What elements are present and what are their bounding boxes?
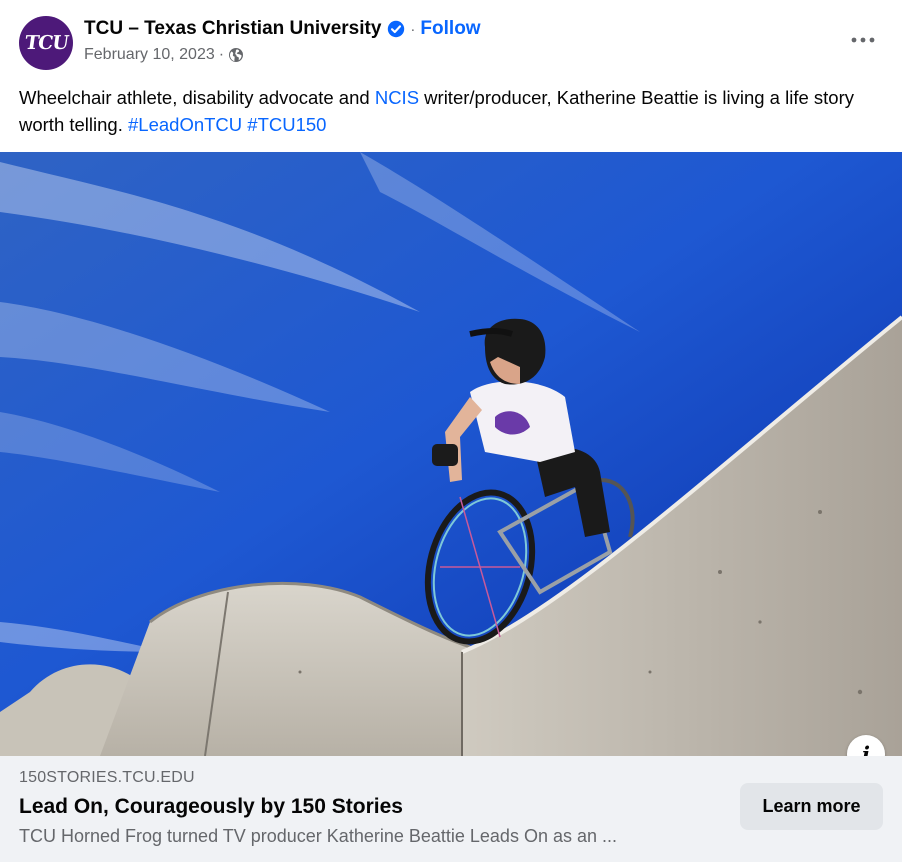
post-date[interactable]: February 10, 2023 [84,46,215,64]
ncis-mention-link[interactable]: NCIS [375,87,419,108]
follow-button[interactable]: Follow [420,18,480,40]
photo-illustration [0,152,902,756]
hashtag-leadontcu[interactable]: #LeadOnTCU [128,114,242,135]
link-description: TCU Horned Frog turned TV producer Kathe… [19,826,617,846]
post-header: TCU TCU – Texas Christian University · F… [0,0,902,80]
post-meta: February 10, 2023 · [84,46,244,64]
page-name-row: TCU – Texas Christian University · Follo… [84,17,481,41]
page-avatar[interactable]: TCU [19,16,73,70]
page-name[interactable]: TCU – Texas Christian University [84,18,381,40]
post-caption: Wheelchair athlete, disability advocate … [19,84,879,138]
link-domain: 150STORIES.TCU.EDU [19,769,195,786]
separator-dot: · [410,20,416,38]
globe-icon [228,47,244,63]
hashtag-tcu150[interactable]: #TCU150 [247,114,326,135]
facebook-post: TCU TCU – Texas Christian University · F… [0,0,902,862]
link-preview-card[interactable]: 150STORIES.TCU.EDU Lead On, Courageously… [0,756,902,862]
post-photo[interactable]: i [0,152,902,756]
verified-badge-icon [387,20,405,38]
learn-more-button[interactable]: Learn more [740,783,883,830]
link-title[interactable]: Lead On, Courageously by 150 Stories [19,795,403,819]
meta-separator: · [218,46,225,63]
more-options-icon[interactable] [846,26,880,54]
caption-text-1: Wheelchair athlete, disability advocate … [19,87,375,108]
avatar-logo-text: TCU [23,32,69,54]
